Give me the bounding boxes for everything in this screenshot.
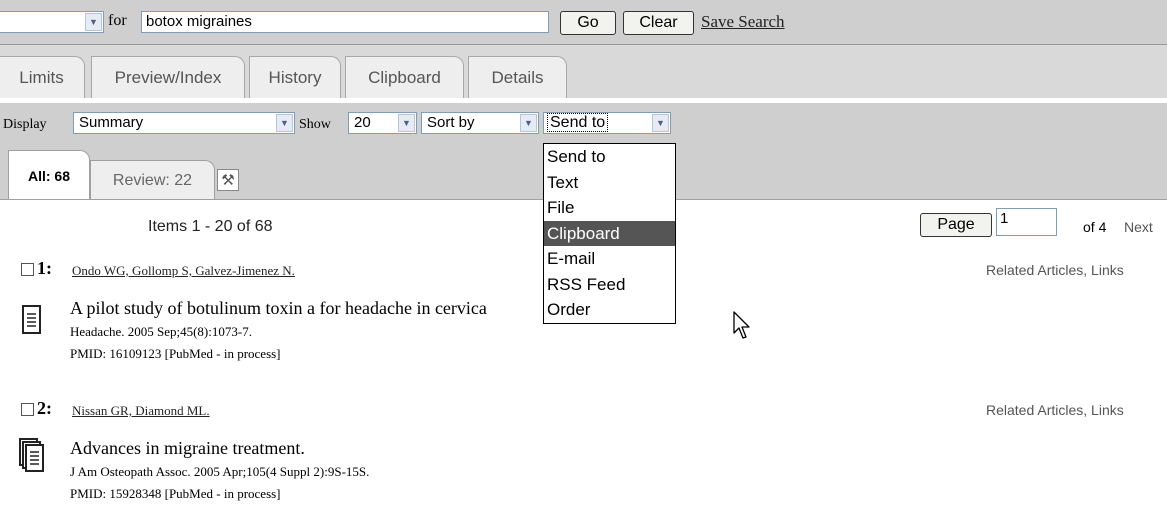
chevron-down-icon: ▼ bbox=[652, 114, 669, 132]
tab-limits[interactable]: Limits bbox=[0, 56, 85, 98]
chevron-down-icon: ▼ bbox=[85, 13, 102, 31]
chevron-down-icon: ▼ bbox=[276, 114, 293, 132]
sort-by-select[interactable]: Sort by ▼ bbox=[421, 112, 539, 134]
search-query-text: botox migraines bbox=[146, 13, 252, 30]
menu-item-text[interactable]: Text bbox=[544, 170, 675, 196]
save-search-link[interactable]: Save Search bbox=[701, 12, 785, 32]
page-number-input[interactable]: 1 bbox=[996, 208, 1057, 236]
search-input[interactable]: botox migraines bbox=[141, 11, 549, 33]
chevron-down-icon: ▼ bbox=[520, 114, 537, 132]
tab-clipboard[interactable]: Clipboard bbox=[345, 56, 464, 98]
result-title: A pilot study of botulinum toxin a for h… bbox=[70, 298, 487, 318]
tab-review[interactable]: Review: 22 bbox=[90, 160, 215, 200]
abstract-document-icon[interactable] bbox=[21, 305, 45, 336]
show-label: Show bbox=[299, 117, 331, 132]
menu-item-send-to[interactable]: Send to bbox=[544, 144, 675, 170]
tab-preview-index[interactable]: Preview/Index bbox=[91, 56, 245, 98]
clear-button[interactable]: Clear bbox=[623, 11, 694, 35]
show-count-select[interactable]: 20 ▼ bbox=[348, 112, 417, 134]
display-bar: Display Summary ▼ Show 20 ▼ Sort by ▼ Se… bbox=[0, 103, 1167, 145]
menu-item-order[interactable]: Order bbox=[544, 297, 675, 323]
related-articles-link[interactable]: Related Articles, Links bbox=[986, 402, 1124, 418]
send-to-menu: Send to Text File Clipboard E-mail RSS F… bbox=[543, 143, 676, 324]
menu-item-clipboard[interactable]: Clipboard bbox=[544, 220, 675, 246]
sort-by-value: Sort by bbox=[427, 114, 475, 131]
result-number: 1: bbox=[37, 258, 52, 278]
database-select[interactable]: ▼ bbox=[0, 11, 104, 33]
tab-all[interactable]: All: 68 bbox=[8, 150, 90, 200]
related-articles-link[interactable]: Related Articles, Links bbox=[986, 262, 1124, 278]
send-to-select[interactable]: Send to ▼ bbox=[543, 112, 671, 134]
next-link[interactable]: Next bbox=[1124, 219, 1153, 235]
mouse-cursor-icon bbox=[733, 311, 753, 341]
result-checkbox[interactable] bbox=[21, 263, 34, 276]
show-count-value: 20 bbox=[354, 114, 371, 131]
full-text-documents-icon[interactable] bbox=[18, 438, 48, 474]
items-count: Items 1 - 20 of 68 bbox=[148, 218, 273, 235]
go-button[interactable]: Go bbox=[560, 11, 616, 35]
tab-details[interactable]: Details bbox=[468, 56, 567, 98]
result-pmid: PMID: 15928348 [PubMed - in process] bbox=[70, 486, 281, 501]
chevron-down-icon: ▼ bbox=[398, 114, 415, 132]
tools-icon[interactable]: ⚒ bbox=[217, 169, 239, 191]
result-pmid: PMID: 16109123 [PubMed - in process] bbox=[70, 346, 281, 361]
display-format-select[interactable]: Summary ▼ bbox=[73, 112, 295, 134]
result-checkbox[interactable] bbox=[21, 403, 34, 416]
display-label: Display bbox=[3, 117, 47, 132]
menu-item-rss-feed[interactable]: RSS Feed bbox=[544, 272, 675, 298]
display-format-value: Summary bbox=[79, 114, 144, 131]
page-button[interactable]: Page bbox=[920, 213, 992, 237]
result-title: Advances in migraine treatment. bbox=[70, 438, 305, 458]
result-authors-link[interactable]: Nissan GR, Diamond ML. bbox=[72, 403, 210, 419]
result-number: 2: bbox=[37, 398, 52, 418]
result-citation: J Am Osteopath Assoc. 2005 Apr;105(4 Sup… bbox=[70, 464, 370, 479]
search-bar: ▼ for botox migraines Go Clear Save Sear… bbox=[0, 0, 1167, 45]
page-number-value: 1 bbox=[1000, 210, 1009, 227]
for-label: for bbox=[108, 12, 127, 29]
page-total: of 4 bbox=[1083, 219, 1107, 235]
result-authors-link[interactable]: Ondo WG, Gollomp S, Galvez-Jimenez N. bbox=[72, 263, 295, 279]
tab-history[interactable]: History bbox=[249, 56, 341, 98]
menu-item-file[interactable]: File bbox=[544, 195, 675, 221]
send-to-value: Send to bbox=[547, 113, 609, 132]
menu-item-email[interactable]: E-mail bbox=[544, 246, 675, 272]
result-citation: Headache. 2005 Sep;45(8):1073-7. bbox=[70, 324, 252, 339]
